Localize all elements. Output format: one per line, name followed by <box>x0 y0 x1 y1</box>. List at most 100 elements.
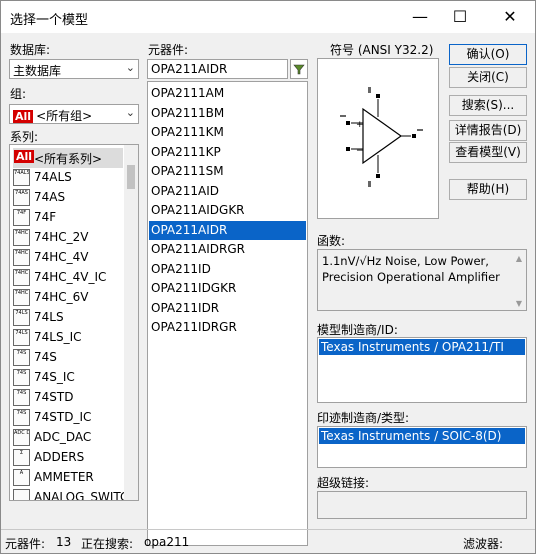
component-item[interactable]: OPA2111AM <box>149 84 306 103</box>
series-scrollbar[interactable] <box>124 145 138 500</box>
series-item-label: 74AS <box>34 190 66 204</box>
function-label: 函数: <box>317 234 346 248</box>
component-count-label: 元器件: <box>5 537 46 551</box>
title-bar: 选择一个模型 — ☐ ✕ <box>1 1 535 33</box>
logic-chip-icon: 74S <box>13 349 30 366</box>
database-select[interactable]: 主数据库 ⌄ <box>9 59 139 79</box>
footprint-manufacturer-label: 印迹制造商/类型: <box>317 411 410 425</box>
series-item-label: 74S <box>34 350 57 364</box>
logic-chip-icon: 74HC <box>13 229 30 246</box>
series-item[interactable]: All <所有系列> <box>13 148 123 168</box>
series-item-label: ADC_DAC <box>34 430 92 444</box>
logic-chip-icon: 74LS <box>13 309 30 326</box>
detail-report-button[interactable]: 详情报告(D) <box>449 120 527 141</box>
close-window-button[interactable]: ✕ <box>487 1 533 33</box>
series-item-label: ANALOG_SWITCH <box>34 490 138 501</box>
select-model-dialog: 选择一个模型 — ☐ ✕ 数据库: 主数据库 ⌄ 组: All <所有组> ⌄ 系… <box>0 0 536 554</box>
group-value-wrap: All <所有组> <box>13 107 92 124</box>
component-item[interactable]: OPA211AIDRGR <box>149 240 306 259</box>
logic-chip-icon: 74S <box>13 409 30 426</box>
series-label: 系列: <box>10 130 39 144</box>
scroll-down-icon[interactable]: ▼ <box>516 299 522 308</box>
all-badge-icon: All <box>13 110 34 123</box>
logic-chip-icon: 74ALS <box>13 169 30 186</box>
symbol-preview: + − <box>317 58 439 219</box>
series-item-label: <所有系列> <box>34 152 103 166</box>
series-item-label: 74HC_2V <box>34 230 89 244</box>
group-value: <所有组> <box>36 109 93 123</box>
window-title: 选择一个模型 <box>10 13 89 28</box>
function-text: 1.1nV/√Hz Noise, Low Power, Precision Op… <box>322 254 500 284</box>
symbol-label: 符号 (ANSI Y32.2) <box>330 43 434 57</box>
logic-chip-icon: A <box>13 469 30 486</box>
close-button[interactable]: 关闭(C) <box>449 67 527 88</box>
search-button[interactable]: 搜索(S)... <box>449 95 527 116</box>
component-item[interactable]: OPA211AIDGKR <box>149 201 306 220</box>
footprint-manufacturer-item[interactable]: Texas Instruments / SOIC-8(D) <box>319 428 525 444</box>
component-item[interactable]: OPA2111BM <box>149 104 306 123</box>
series-item-label: 74HC_4V <box>34 250 89 264</box>
component-item[interactable]: OPA211AID <box>149 182 306 201</box>
op-amp-symbol-icon: + − <box>340 87 423 187</box>
component-item[interactable]: OPA2111KM <box>149 123 306 142</box>
maximize-button[interactable]: ☐ <box>437 1 483 33</box>
series-item-label: 74S_IC <box>34 370 75 384</box>
logic-chip-icon: 74HC <box>13 249 30 266</box>
series-item-label: ADDERS <box>34 450 85 464</box>
series-list[interactable]: All <所有系列> 74ALS 74ALS 74AS 74AS 74F 74F 74HC 74H… <box>9 144 139 501</box>
group-label: 组: <box>10 87 27 101</box>
logic-chip-icon <box>13 489 30 500</box>
series-item-label: 74F <box>34 210 57 224</box>
logic-chip-icon: 74S <box>13 369 30 386</box>
series-item-label: 74HC_4V_IC <box>34 270 107 284</box>
view-model-button[interactable]: 查看模型(V) <box>449 142 527 163</box>
component-item[interactable]: OPA2111SM <box>149 162 306 181</box>
logic-chip-icon: 74F <box>13 209 30 226</box>
model-manufacturer-label: 模型制造商/ID: <box>317 323 398 337</box>
status-bar: 元器件: 13 正在搜索: opa211 滤波器: <box>1 529 535 553</box>
filter-label: 滤波器: <box>463 537 504 551</box>
component-label: 元器件: <box>148 43 189 57</box>
component-search-input[interactable]: OPA211AIDR <box>147 59 288 79</box>
group-select[interactable]: All <所有组> ⌄ <box>9 104 139 124</box>
plus-label: + <box>356 120 364 130</box>
minus-label: − <box>356 146 364 156</box>
component-item[interactable]: OPA211ID <box>149 260 306 279</box>
series-item-label: 74LS_IC <box>34 330 82 344</box>
component-count-value: 13 <box>56 535 72 549</box>
component-item[interactable]: OPA211IDGKR <box>149 279 306 298</box>
series-item-label: 74STD_IC <box>34 410 92 424</box>
component-list[interactable]: OPA2111AM OPA2111BM OPA2111KM OPA2111KP OPA2… <box>147 81 308 546</box>
model-manufacturer-item[interactable]: Texas Instruments / OPA211/TI <box>319 339 525 355</box>
component-item[interactable]: OPA211AIDR <box>149 220 306 240</box>
series-item-label: 74HC_6V <box>34 290 89 304</box>
help-button[interactable]: 帮助(H) <box>449 179 527 200</box>
component-item[interactable]: OPA211IDR <box>149 299 306 318</box>
series-item-label: 74ALS <box>34 170 72 184</box>
all-badge-icon: All <box>14 150 35 163</box>
series-item-label: 74STD <box>34 390 74 404</box>
component-search-value: OPA211AIDR <box>151 62 228 76</box>
database-value: 主数据库 <box>13 64 62 78</box>
logic-chip-icon: 74HC <box>13 269 30 286</box>
component-item[interactable]: OPA211IDRGR <box>149 318 306 337</box>
filter-icon <box>293 64 305 75</box>
scroll-up-icon[interactable]: ▲ <box>516 254 522 263</box>
footprint-manufacturer-list[interactable]: Texas Instruments / SOIC-8(D) <box>317 426 527 468</box>
ok-button[interactable]: 确认(O) <box>449 44 527 65</box>
model-manufacturer-list[interactable]: Texas Instruments / OPA211/TI <box>317 337 527 403</box>
chevron-down-icon: ⌄ <box>125 106 135 119</box>
logic-chip-icon: Σ <box>13 449 30 466</box>
logic-chip-icon: ADC DAC <box>13 429 30 446</box>
searching-label: 正在搜索: <box>81 537 134 551</box>
series-scroll-thumb[interactable] <box>127 165 135 189</box>
series-item-label: AMMETER <box>34 470 94 484</box>
chevron-down-icon: ⌄ <box>125 61 135 74</box>
logic-chip-icon: 74S <box>13 389 30 406</box>
filter-button[interactable] <box>290 59 308 79</box>
searching-value: opa211 <box>144 535 190 549</box>
series-item-label: 74LS <box>34 310 64 324</box>
component-item[interactable]: OPA2111KP <box>149 143 306 162</box>
logic-chip-icon: 74AS <box>13 189 30 206</box>
hyperlink-label: 超级链接: <box>317 476 370 490</box>
